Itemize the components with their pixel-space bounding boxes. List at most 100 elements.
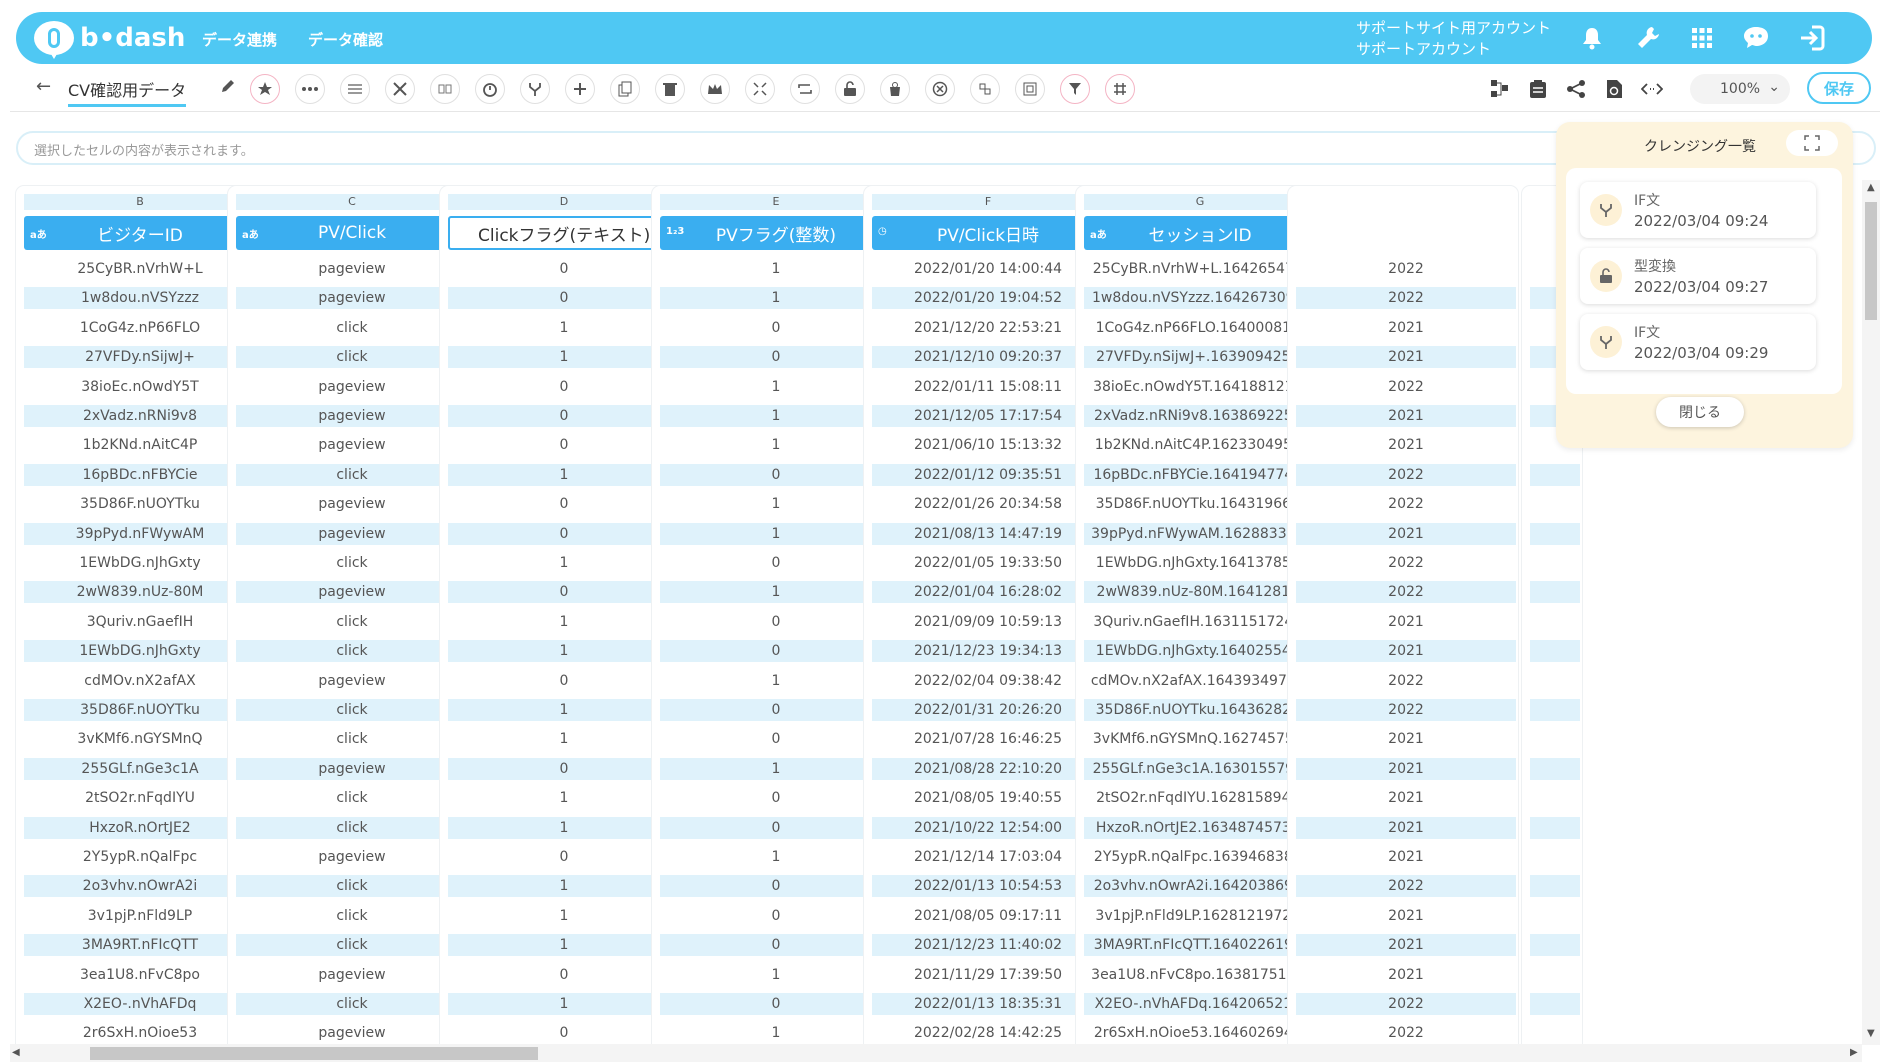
split-merge-icon[interactable] xyxy=(430,74,460,104)
table-cell[interactable]: 1b2KNd.nAitC4P.162330495... xyxy=(1084,434,1316,456)
table-cell[interactable]: 2021 xyxy=(1296,640,1516,663)
table-cell[interactable]: 255GLf.nGe3c1A.163015579... xyxy=(1084,757,1316,780)
vertical-scrollbar[interactable]: ▲ ▼ xyxy=(1862,180,1880,1045)
table-cell[interactable]: 2o3vhv.nOwrA2i xyxy=(24,875,256,898)
table-cell[interactable]: 2021/08/05 19:40:55 xyxy=(872,787,1104,809)
back-arrow-icon[interactable]: ← xyxy=(36,76,51,97)
table-cell[interactable]: click xyxy=(236,728,468,750)
table-cell[interactable]: 2021 xyxy=(1296,816,1516,839)
table-cell[interactable]: 3ea1U8.nFvC8po.163817518... xyxy=(1084,964,1316,986)
expand-arrows-icon[interactable] xyxy=(745,74,775,104)
table-cell[interactable]: 2022/01/26 20:34:58 xyxy=(872,493,1104,515)
horizontal-scrollbar[interactable]: ◀ ▶ xyxy=(10,1044,1862,1062)
table-cell[interactable]: pageview xyxy=(236,757,468,780)
table-cell[interactable]: 1 xyxy=(448,816,680,839)
table-cell[interactable]: 1w8dou.nVSYzzz.164267309... xyxy=(1084,287,1316,310)
table-cell[interactable]: click xyxy=(236,905,468,927)
table-cell[interactable] xyxy=(1530,934,1580,957)
table-cell[interactable]: 1 xyxy=(660,1022,892,1044)
table-cell[interactable]: 2tSO2r.nFqdIYU xyxy=(24,787,256,809)
cleansing-item[interactable]: IF文 2022/03/04 09:24 xyxy=(1580,182,1816,238)
table-cell[interactable]: 2Y5ypR.nQalFpc xyxy=(24,846,256,868)
column-header[interactable]: aあ PV/Click xyxy=(236,216,468,250)
table-cell[interactable]: 2022 xyxy=(1296,258,1516,280)
column-header[interactable]: aあ セッションID xyxy=(1084,216,1316,250)
table-cell[interactable]: 3Quriv.nGaefIH.1631151724... xyxy=(1084,611,1316,633)
delete-trash-icon[interactable] xyxy=(655,74,685,104)
table-cell[interactable]: 1EWbDG.nJhGxty.16413785... xyxy=(1084,552,1316,574)
table-cell[interactable]: 2021 xyxy=(1296,728,1516,750)
column-header[interactable]: aあ ビジターID xyxy=(24,216,256,250)
table-cell[interactable]: 0 xyxy=(448,757,680,780)
copy-icon[interactable] xyxy=(610,74,640,104)
table-cell[interactable]: pageview xyxy=(236,581,468,604)
table-cell[interactable]: 2022/01/13 10:54:53 xyxy=(872,875,1104,898)
type-convert-icon[interactable] xyxy=(835,74,865,104)
favorite-star-icon[interactable] xyxy=(250,74,280,104)
table-cell[interactable]: click xyxy=(236,787,468,809)
table-cell[interactable]: 2021 xyxy=(1296,905,1516,927)
chat-support-icon[interactable] xyxy=(1740,22,1772,54)
table-cell[interactable]: 1 xyxy=(660,757,892,780)
table-cell[interactable]: click xyxy=(236,346,468,369)
table-cell[interactable]: 2xVadz.nRNi9v8 xyxy=(24,405,256,427)
diagram-icon[interactable] xyxy=(1486,75,1514,103)
table-cell[interactable]: pageview xyxy=(236,258,468,280)
table-cell[interactable] xyxy=(1530,581,1580,604)
table-cell[interactable]: 1 xyxy=(448,463,680,486)
table-cell[interactable]: 2021 xyxy=(1296,787,1516,809)
table-cell[interactable]: 2021/07/28 16:46:25 xyxy=(872,728,1104,750)
table-cell[interactable]: 2022/01/20 14:00:44 xyxy=(872,258,1104,280)
column-letter[interactable]: C xyxy=(236,194,468,210)
table-cell[interactable]: 25CyBR.nVrhW+L xyxy=(24,258,256,280)
table-cell[interactable]: 2tSO2r.nFqdIYU.162815894... xyxy=(1084,787,1316,809)
table-cell[interactable]: 3vKMf6.nGYSMnQ.16274575... xyxy=(1084,728,1316,750)
clipboard-icon[interactable] xyxy=(1524,75,1552,103)
apps-grid-icon[interactable] xyxy=(1686,22,1718,54)
table-cell[interactable]: 0 xyxy=(448,1022,680,1044)
table-cell[interactable]: 1 xyxy=(660,964,892,986)
column-header-edit-input[interactable]: Clickフラグ(テキスト) xyxy=(448,216,680,250)
column-letter[interactable]: D xyxy=(448,194,680,210)
table-cell[interactable]: 0 xyxy=(660,463,892,486)
table-cell[interactable]: 2022 xyxy=(1296,699,1516,721)
column-letter[interactable]: E xyxy=(660,194,892,210)
table-cell[interactable]: 2021/08/05 09:17:11 xyxy=(872,905,1104,927)
nav-data-link[interactable]: データ連携 xyxy=(202,29,277,50)
table-cell[interactable]: cdMOv.nX2afAX xyxy=(24,670,256,692)
table-cell[interactable]: 2022/02/28 14:42:25 xyxy=(872,1022,1104,1044)
table-cell[interactable]: 2022/01/05 19:33:50 xyxy=(872,552,1104,574)
column-letter[interactable]: F xyxy=(872,194,1104,210)
table-cell[interactable]: 2022 xyxy=(1296,875,1516,898)
table-cell[interactable]: 2021/12/23 11:40:02 xyxy=(872,934,1104,957)
table-cell[interactable]: pageview xyxy=(236,287,468,310)
table-cell[interactable]: 1 xyxy=(448,875,680,898)
horizontal-scroll-thumb[interactable] xyxy=(90,1047,538,1060)
rename-pencil-icon[interactable] xyxy=(220,78,236,98)
table-cell[interactable]: click xyxy=(236,463,468,486)
table-cell[interactable]: 39pPyd.nFWywAM.16288336... xyxy=(1084,522,1316,545)
table-cell[interactable]: HxzoR.nOrtJE2.1634874573... xyxy=(1084,816,1316,839)
share-icon[interactable] xyxy=(1562,75,1590,103)
filter-icon[interactable] xyxy=(1060,74,1090,104)
list-icon[interactable] xyxy=(340,74,370,104)
table-cell[interactable]: 2021/08/28 22:10:20 xyxy=(872,757,1104,780)
nav-data-check[interactable]: データ確認 xyxy=(308,29,383,50)
table-cell[interactable]: click xyxy=(236,816,468,839)
table-cell[interactable]: 1 xyxy=(660,258,892,280)
table-cell[interactable]: 0 xyxy=(660,346,892,369)
table-cell[interactable]: 1EWbDG.nJhGxty.16402554... xyxy=(1084,640,1316,663)
table-cell[interactable]: 2022/01/11 15:08:11 xyxy=(872,376,1104,398)
table-cell[interactable]: 0 xyxy=(448,258,680,280)
table-cell[interactable]: 2021 xyxy=(1296,317,1516,339)
table-cell[interactable]: 0 xyxy=(448,287,680,310)
table-cell[interactable]: 0 xyxy=(448,376,680,398)
table-cell[interactable]: 2021/12/20 22:53:21 xyxy=(872,317,1104,339)
table-cell[interactable]: 2021/12/10 09:20:37 xyxy=(872,346,1104,369)
table-cell[interactable]: 1CoG4z.nP66FLO.16400081... xyxy=(1084,317,1316,339)
table-cell[interactable]: 1EWbDG.nJhGxty xyxy=(24,640,256,663)
table-cell[interactable]: 2021/11/29 17:39:50 xyxy=(872,964,1104,986)
table-cell[interactable]: 2022/01/12 09:35:51 xyxy=(872,463,1104,486)
table-cell[interactable] xyxy=(1530,522,1580,545)
column-header[interactable]: 1₂3 PVフラグ(整数) xyxy=(660,216,892,250)
